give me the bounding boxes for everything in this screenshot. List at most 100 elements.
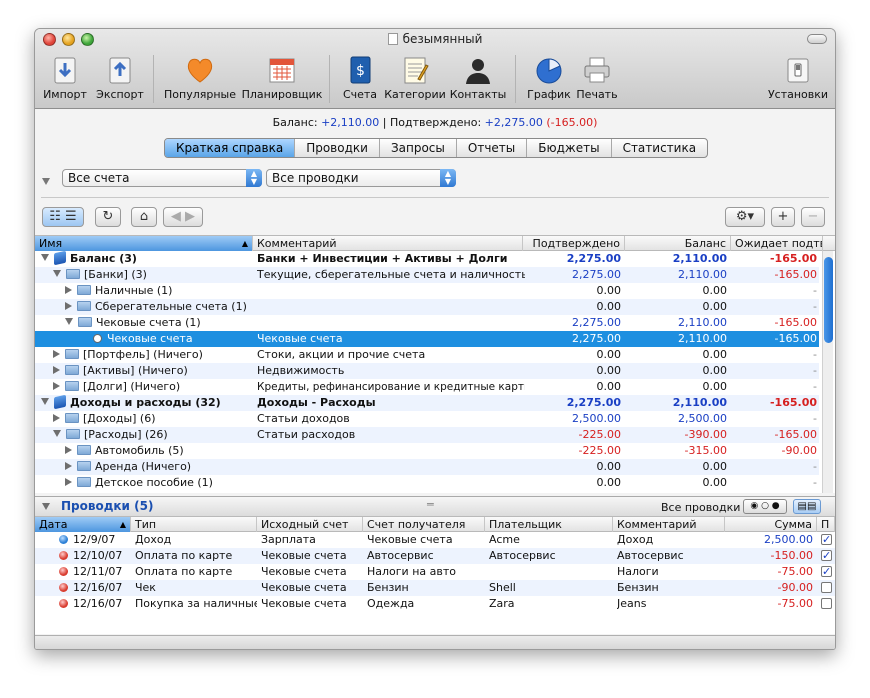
disclosure-open-icon[interactable]: [41, 254, 49, 261]
disclosure-closed-icon[interactable]: [65, 302, 72, 310]
import-button[interactable]: Импорт: [43, 51, 87, 107]
account-pending: -: [813, 348, 817, 361]
disclosure-closed-icon[interactable]: [53, 350, 60, 358]
popular-button[interactable]: Популярные: [163, 51, 237, 107]
account-row[interactable]: Детское пособие (1) 0.00 0.00 -: [35, 475, 819, 491]
account-row[interactable]: Аренда (Ничего) 0.00 0.00 -: [35, 459, 819, 475]
disclosure-open-icon[interactable]: [41, 398, 49, 405]
transaction-checkbox[interactable]: ✓: [821, 566, 832, 577]
column-header-flag[interactable]: П: [817, 517, 835, 532]
account-row[interactable]: Доходы и расходы (32) Доходы - Расходы 2…: [35, 395, 819, 411]
transaction-row[interactable]: 12/10/07 Оплата по карте Чековые счета А…: [35, 548, 835, 564]
disclosure-closed-icon[interactable]: [65, 478, 72, 486]
transaction-status-toggle[interactable]: ◉ ○ ●: [743, 499, 787, 514]
remove-button[interactable]: −: [801, 207, 825, 227]
transactions-filter-select[interactable]: Все проводки ▲ ▼: [266, 169, 456, 187]
view-mode-toggle[interactable]: ☷ ☰: [42, 207, 84, 227]
disclosure-closed-icon[interactable]: [65, 462, 72, 470]
account-row[interactable]: [Расходы] (26) Статьи расходов -225.00 -…: [35, 427, 819, 443]
column-header-from[interactable]: Исходный счет: [257, 517, 363, 532]
disclosure-open-icon[interactable]: [53, 430, 61, 437]
home-icon: ⌂: [139, 209, 149, 224]
tab-budgets[interactable]: Бюджеты: [527, 139, 612, 157]
refresh-button[interactable]: ↻: [95, 207, 121, 227]
account-row[interactable]: Баланс (3) Банки + Инвестиции + Активы +…: [35, 251, 819, 267]
export-button[interactable]: Экспорт: [95, 51, 145, 107]
tab-reports[interactable]: Отчеты: [457, 139, 528, 157]
tab-summary[interactable]: Краткая справка: [165, 139, 296, 157]
account-pending: -165.00: [774, 428, 817, 441]
account-name: Баланс (3): [70, 252, 137, 265]
account-balance: -315.00: [684, 444, 727, 457]
column-header-name[interactable]: Имя ▲: [35, 236, 253, 251]
account-balance: 2,110.00: [678, 332, 727, 345]
account-row[interactable]: Сберегательные счета (1) 0.00 0.00 -: [35, 299, 819, 315]
sort-ascending-icon: ▲: [119, 520, 126, 529]
add-button[interactable]: +: [771, 207, 795, 227]
accounts-scrollbar[interactable]: [822, 251, 833, 493]
action-menu-button[interactable]: ⚙▾: [725, 207, 765, 227]
account-name: [Портфель] (Ничего): [83, 348, 203, 361]
filter-disclosure-icon[interactable]: [42, 178, 50, 185]
account-comment: Доходы - Расходы: [257, 396, 376, 409]
layout-toggle-button[interactable]: ▤▤: [793, 499, 821, 514]
account-row[interactable]: [Портфель] (Ничего) Стоки, акции и прочи…: [35, 347, 819, 363]
planner-button[interactable]: Планировщик: [241, 51, 323, 107]
ledger-icon: $: [350, 56, 371, 84]
disclosure-open-icon[interactable]: [53, 270, 61, 277]
transaction-row[interactable]: 12/16/07 Чек Чековые счета Бензин Shell …: [35, 580, 835, 596]
book-icon: [54, 395, 66, 410]
disclosure-closed-icon[interactable]: [65, 286, 72, 294]
transaction-amount: 2,500.00: [764, 533, 813, 546]
accounts-scroll-thumb[interactable]: [824, 257, 833, 343]
disclosure-closed-icon[interactable]: [53, 366, 60, 374]
transaction-checkbox[interactable]: [821, 598, 832, 609]
print-button[interactable]: Печать: [575, 51, 619, 107]
tab-queries[interactable]: Запросы: [380, 139, 457, 157]
disclosure-closed-icon[interactable]: [65, 446, 72, 454]
disclosure-closed-icon[interactable]: [53, 414, 60, 422]
account-row[interactable]: [Активы] (Ничего) Недвижимость 0.00 0.00…: [35, 363, 819, 379]
transaction-checkbox[interactable]: [821, 582, 832, 593]
column-header-payee[interactable]: Плательщик: [485, 517, 613, 532]
column-header-comment[interactable]: Комментарий: [613, 517, 725, 532]
account-row[interactable]: [Долги] (Ничего) Кредиты, рефинансирован…: [35, 379, 819, 395]
transaction-checkbox[interactable]: ✓: [821, 550, 832, 561]
toolbar-toggle-button[interactable]: [807, 34, 827, 44]
accounts-filter-select[interactable]: Все счета ▲ ▼: [62, 169, 262, 187]
tab-transactions[interactable]: Проводки: [295, 139, 380, 157]
column-header-to[interactable]: Счет получателя: [363, 517, 485, 532]
contacts-button[interactable]: Контакты: [449, 51, 507, 107]
column-header-date[interactable]: Дата ▲: [35, 517, 131, 532]
transaction-row[interactable]: 12/16/07 Покупка за наличные Чековые сче…: [35, 596, 835, 612]
graph-button[interactable]: График: [525, 51, 573, 107]
account-row[interactable]: [Доходы] (6) Статьи доходов 2,500.00 2,5…: [35, 411, 819, 427]
column-header-pending[interactable]: Ожидает подтв...: [731, 236, 823, 251]
disclosure-open-icon[interactable]: [65, 318, 73, 325]
back-forward-buttons[interactable]: ◀ ▶: [163, 207, 203, 227]
column-header-type[interactable]: Тип: [131, 517, 257, 532]
column-header-balance[interactable]: Баланс: [625, 236, 731, 251]
tab-statistics[interactable]: Статистика: [612, 139, 707, 157]
disclosure-closed-icon[interactable]: [53, 382, 60, 390]
account-row[interactable]: Автомобиль (5) -225.00 -315.00 -90.00: [35, 443, 819, 459]
list-detail-icon: ☷ ☰: [49, 209, 77, 224]
home-button[interactable]: ⌂: [131, 207, 157, 227]
column-header-amount[interactable]: Сумма: [725, 517, 817, 532]
splitter-handle[interactable]: ═: [427, 498, 435, 511]
export-label: Экспорт: [96, 88, 144, 101]
transaction-checkbox[interactable]: ✓: [821, 534, 832, 545]
settings-button[interactable]: Установки: [767, 51, 829, 107]
transaction-row[interactable]: 12/11/07 Оплата по карте Чековые счета Н…: [35, 564, 835, 580]
account-row[interactable]: [Банки] (3) Текущие, сберегательные счет…: [35, 267, 819, 283]
account-row[interactable]: Наличные (1) 0.00 0.00 -: [35, 283, 819, 299]
account-row-selected[interactable]: Чековые счета Чековые счета 2,275.00 2,1…: [35, 331, 819, 347]
transaction-row[interactable]: 12/9/07 Доход Зарплата Чековые счета Acm…: [35, 532, 835, 548]
column-header-confirmed[interactable]: Подтверждено: [523, 236, 625, 251]
account-row[interactable]: Чековые счета (1) 2,275.00 2,110.00 -165…: [35, 315, 819, 331]
accounts-button[interactable]: $ Счета: [341, 51, 379, 107]
column-header-comment[interactable]: Комментарий: [253, 236, 523, 251]
transactions-disclosure-icon[interactable]: [42, 503, 50, 510]
categories-button[interactable]: Категории: [383, 51, 447, 107]
account-pending: -: [813, 380, 817, 393]
